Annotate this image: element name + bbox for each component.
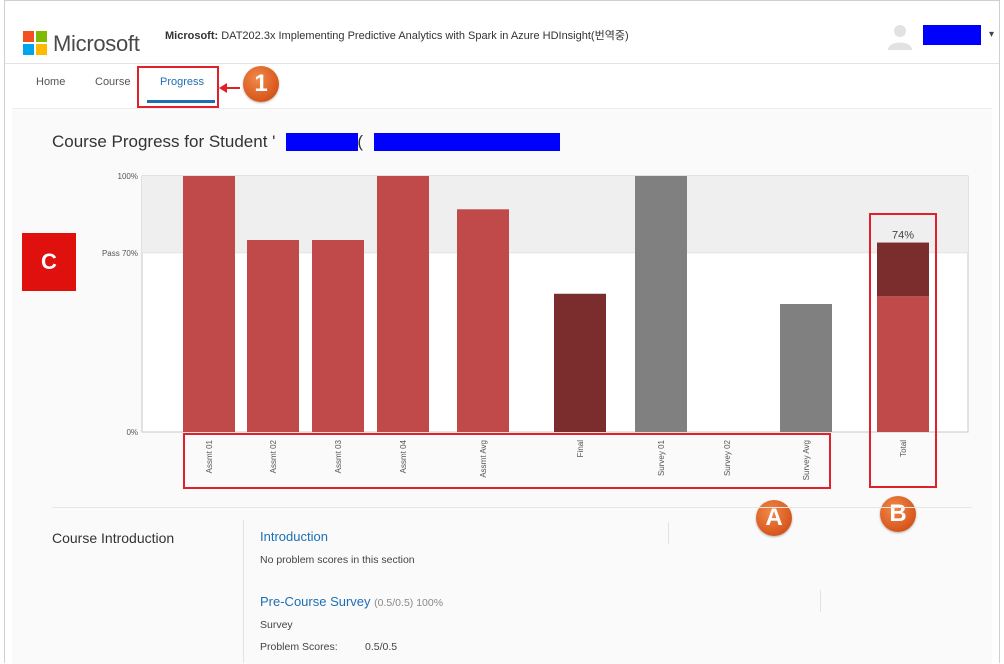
bar (247, 240, 299, 432)
y-tick-label: Pass 70% (102, 249, 138, 258)
callout-1: 1 (243, 66, 279, 102)
row-divider (820, 590, 821, 612)
bar (457, 209, 509, 432)
introduction-link[interactable]: Introduction (260, 529, 328, 544)
student-email-redacted (374, 133, 560, 151)
microsoft-wordmark[interactable]: Microsoft (53, 31, 140, 57)
section-divider (52, 507, 972, 508)
annotation-box-total (869, 213, 937, 488)
pre-course-survey-row: Pre-Course Survey (0.5/0.5) 100% (260, 594, 443, 609)
course-title: Microsoft: DAT202.3x Implementing Predic… (165, 27, 629, 43)
tab-home[interactable]: Home (36, 76, 65, 88)
annotation-arrow-head (219, 83, 227, 93)
bar (312, 240, 364, 432)
bar (377, 176, 429, 432)
y-tick-label: 100% (118, 172, 138, 181)
username-redacted[interactable] (923, 25, 981, 45)
student-name-redacted (286, 133, 358, 151)
callout-b: B (880, 496, 916, 532)
course-prefix: Microsoft: (165, 30, 219, 42)
bar (554, 293, 606, 432)
microsoft-logo-icon (23, 31, 47, 55)
section-title: Course Introduction (52, 530, 175, 546)
tab-course[interactable]: Course (95, 76, 130, 88)
bar (183, 176, 235, 432)
pre-course-survey-link[interactable]: Pre-Course Survey (260, 594, 371, 609)
survey-type: Survey (260, 619, 293, 631)
bar (780, 304, 832, 432)
y-tick-label: 0% (126, 428, 138, 437)
problem-scores-value: 0.5/0.5 (365, 641, 398, 653)
annotation-box-progress (137, 66, 219, 108)
problem-scores-label: Problem Scores: (260, 641, 338, 653)
section-divider-vertical (243, 520, 244, 663)
callout-a: A (756, 500, 792, 536)
row-divider (668, 522, 669, 544)
chevron-down-icon[interactable]: ▾ (989, 29, 994, 40)
pre-course-survey-score: (0.5/0.5) 100% (374, 597, 444, 609)
bar (635, 176, 687, 432)
user-avatar-icon[interactable] (885, 21, 915, 51)
title-prefix: Course Progress for Student ' (52, 132, 276, 151)
introduction-note: No problem scores in this section (260, 554, 415, 566)
annotation-box-assignments (183, 433, 831, 489)
course-name: DAT202.3x Implementing Predictive Analyt… (221, 30, 629, 42)
top-header: Microsoft Microsoft: DAT202.3x Implement… (5, 1, 999, 64)
